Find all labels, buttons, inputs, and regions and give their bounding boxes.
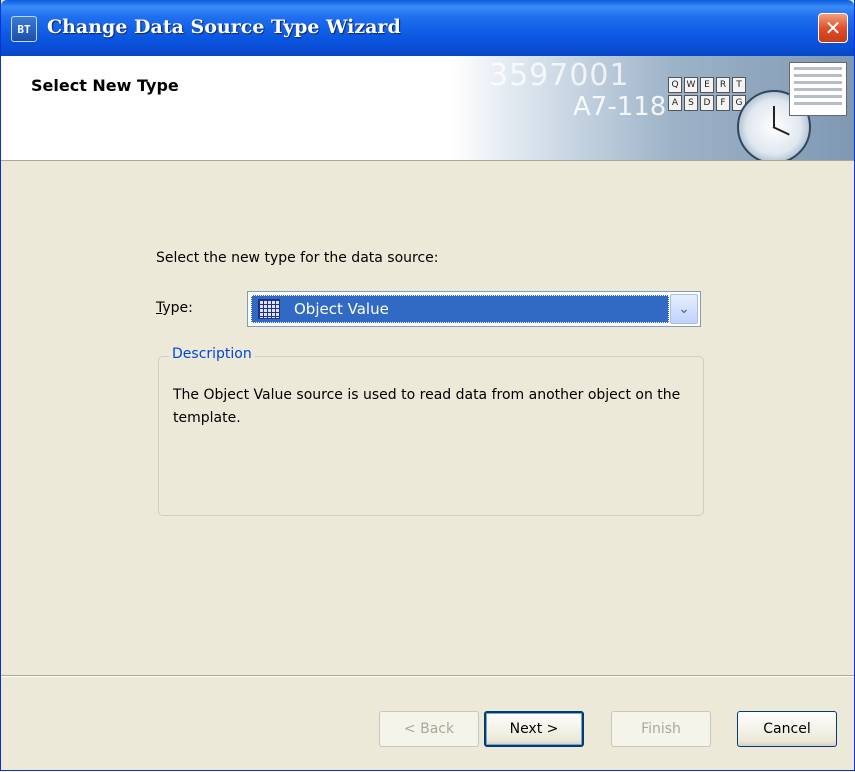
window-title: Change Data Source Type Wizard: [47, 16, 401, 38]
key: W: [684, 77, 698, 93]
type-label: Type:: [156, 300, 193, 316]
app-icon: BT: [11, 16, 37, 42]
type-label-rest: ype:: [162, 300, 193, 316]
description-text: The Object Value source is used to read …: [173, 387, 681, 426]
banner-code: A7-118: [573, 92, 667, 122]
document-icon: [789, 62, 847, 116]
footer-separator: [1, 675, 854, 677]
wizard-window: BT Change Data Source Type Wizard ✕ Sele…: [0, 0, 855, 771]
title-bar[interactable]: BT Change Data Source Type Wizard ✕: [1, 0, 854, 56]
key: Q: [668, 77, 682, 93]
key: A: [668, 95, 682, 111]
key: F: [716, 95, 730, 111]
description-legend: Description: [169, 346, 255, 362]
instruction-text: Select the new type for the data source:: [156, 250, 439, 266]
key: E: [700, 77, 714, 93]
type-dropdown-selection[interactable]: Object Value: [251, 295, 669, 323]
dropdown-arrow-button[interactable]: ⌄: [670, 294, 698, 324]
wizard-header: Select New Type 3597001 A7-118 QWERT ASD…: [1, 56, 854, 161]
close-button[interactable]: ✕: [818, 13, 848, 43]
type-dropdown[interactable]: Object Value ⌄: [247, 291, 701, 327]
chevron-down-icon: ⌄: [678, 301, 690, 317]
description-groupbox: [158, 356, 704, 516]
key: T: [732, 77, 746, 93]
key: R: [716, 77, 730, 93]
page-title: Select New Type: [31, 76, 179, 95]
key: D: [700, 95, 714, 111]
banner-number: 3597001: [489, 58, 630, 93]
back-button[interactable]: < Back: [379, 711, 479, 747]
finish-button[interactable]: Finish: [611, 711, 711, 747]
key: S: [684, 95, 698, 111]
header-banner-graphic: 3597001 A7-118 QWERT ASDFG: [451, 56, 854, 160]
object-value-icon: [258, 299, 280, 319]
next-button[interactable]: Next >: [484, 711, 584, 747]
type-dropdown-value: Object Value: [294, 300, 389, 318]
close-icon: ✕: [824, 16, 842, 40]
cancel-button[interactable]: Cancel: [737, 711, 837, 747]
